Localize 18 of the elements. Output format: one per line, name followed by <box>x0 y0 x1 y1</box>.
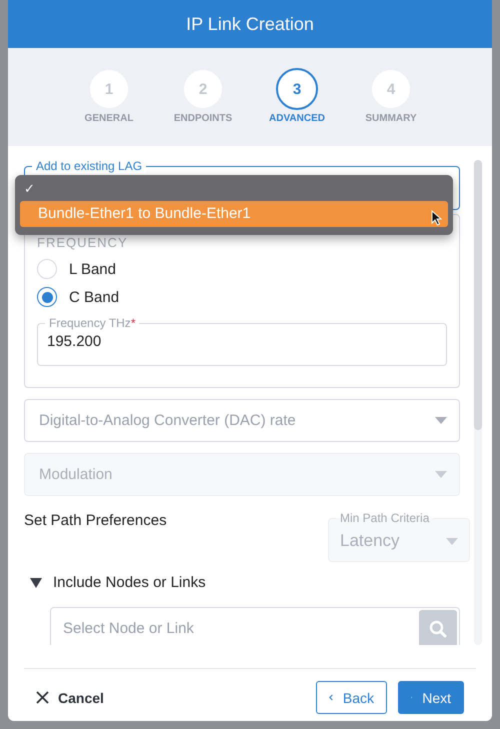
field-label: Frequency THz* <box>45 316 140 330</box>
section-title: Set Path Preferences <box>24 511 167 529</box>
radio-label: C Band <box>69 288 120 306</box>
step-label: GENERAL <box>84 113 134 124</box>
menu-check: ✓ <box>23 180 36 198</box>
search-placeholder: Select Node or Link <box>63 619 194 637</box>
radio-label: L Band <box>69 260 116 278</box>
select-value: Latency <box>340 531 400 551</box>
select-placeholder: Digital-to-Analog Converter (DAC) rate <box>39 412 296 429</box>
field-label: Add to existing LAG <box>32 159 146 173</box>
step-label: ENDPOINTS <box>174 113 232 124</box>
group-legend: FREQUENCY <box>37 235 447 255</box>
step-label: SUMMARY <box>365 113 417 124</box>
select-placeholder: Modulation <box>39 466 112 483</box>
field-label: Min Path Criteria <box>336 511 434 525</box>
field-value: 195.200 <box>47 333 102 350</box>
step-label: ADVANCED <box>269 113 325 124</box>
dialog-title: IP Link Creation <box>186 14 314 34</box>
